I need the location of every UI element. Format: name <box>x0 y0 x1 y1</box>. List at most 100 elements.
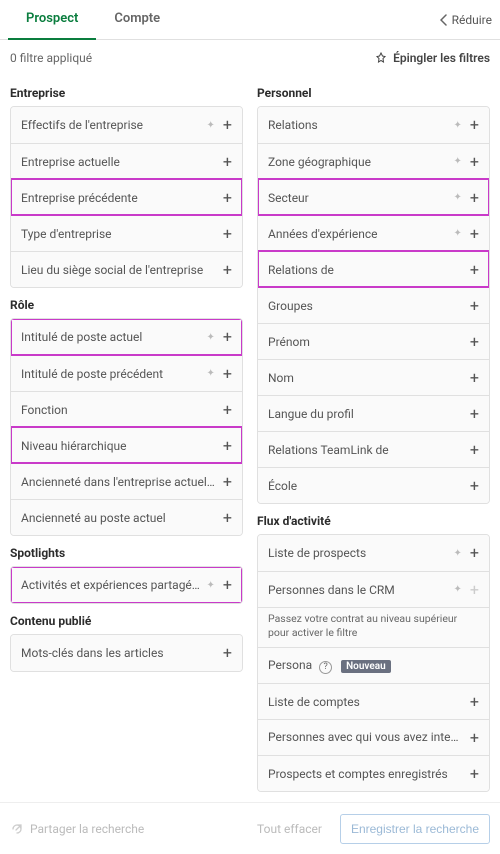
pin-filters-label: Épingler les filtres <box>393 51 490 65</box>
tab-prospect[interactable]: Prospect <box>8 0 96 40</box>
section-flux: Flux d'activité <box>257 514 490 528</box>
filter-company-size[interactable]: Effectifs de l'entreprise ✦ + <box>11 107 242 143</box>
pin-icon: ✦ <box>454 228 462 239</box>
plus-icon: + <box>223 645 232 661</box>
pin-icon: ✦ <box>207 120 215 131</box>
filter-company-current[interactable]: Entreprise actuelle + <box>11 143 242 179</box>
plus-icon: + <box>470 298 479 314</box>
plus-icon: + <box>223 474 232 490</box>
filter-teamlink[interactable]: Relations TeamLink de + <box>258 431 489 467</box>
plus-icon: + <box>223 226 232 242</box>
filter-lead-list[interactable]: Liste de prospects ✦ + <box>258 535 489 571</box>
filter-groups[interactable]: Groupes + <box>258 287 489 323</box>
filter-relations-of[interactable]: Relations de + <box>258 251 489 287</box>
save-search-button[interactable]: Enregistrer la recherche <box>340 814 490 844</box>
filter-industry[interactable]: Secteur ✦ + <box>258 179 489 215</box>
filter-label: Niveau hiérarchique <box>21 439 215 453</box>
filter-company-hq[interactable]: Lieu du siège social de l'entreprise + <box>11 251 242 287</box>
chevron-left-icon <box>440 14 448 26</box>
filter-label: École <box>268 479 462 493</box>
filter-label: Intitulé de poste actuel <box>21 330 203 344</box>
filter-label: Prénom <box>268 335 462 349</box>
filter-years-exp[interactable]: Années d'expérience ✦ + <box>258 215 489 251</box>
filter-current-title[interactable]: Intitulé de poste actuel ✦ + <box>11 319 242 355</box>
plus-icon: + <box>470 334 479 350</box>
pin-icon: ✦ <box>454 156 462 167</box>
filter-shared[interactable]: Activités et expériences partagées ✦ + <box>11 567 242 603</box>
filter-account-list[interactable]: Liste de comptes + <box>258 683 489 719</box>
filter-crm[interactable]: Personnes dans le CRM ✦ + <box>258 571 489 607</box>
plus-icon: + <box>223 366 232 382</box>
filter-label: Effectifs de l'entreprise <box>21 118 203 132</box>
plus-icon: + <box>470 730 479 746</box>
filter-persona[interactable]: Persona ? Nouveau <box>258 647 489 683</box>
filter-saved[interactable]: Prospects et comptes enregistrés + <box>258 755 489 791</box>
share-search-button[interactable]: Partager la recherche <box>10 822 144 836</box>
filter-label: Entreprise précédente <box>21 191 215 205</box>
filter-label: Relations TeamLink de <box>268 443 462 457</box>
pin-icon: ✦ <box>454 584 462 595</box>
plus-icon: + <box>470 694 479 710</box>
crm-locked-note: Passez votre contrat au niveau supérieur… <box>258 607 489 647</box>
filter-columns: Entreprise Effectifs de l'entreprise ✦ +… <box>0 76 500 802</box>
footer-bar: Partager la recherche Tout effacer Enreg… <box>0 802 500 854</box>
filter-keywords[interactable]: Mots-clés dans les articles + <box>11 635 242 671</box>
plus-icon: + <box>223 117 232 133</box>
help-icon: ? <box>319 661 332 674</box>
filter-lang[interactable]: Langue du profil + <box>258 395 489 431</box>
filter-label: Relations de <box>268 263 462 277</box>
tab-compte[interactable]: Compte <box>96 0 178 40</box>
filter-label: Groupes <box>268 299 462 313</box>
filter-tenure-company[interactable]: Ancienneté dans l'entreprise actuelle + <box>11 463 242 499</box>
filter-tenure-role[interactable]: Ancienneté au poste actuel + <box>11 499 242 535</box>
plus-icon: + <box>470 154 479 170</box>
plus-icon: + <box>223 262 232 278</box>
plus-icon: + <box>470 370 479 386</box>
plus-icon: + <box>470 478 479 494</box>
pin-icon: ✦ <box>207 580 215 591</box>
section-spotlights: Spotlights <box>10 546 243 560</box>
filter-interacted[interactable]: Personnes avec qui vous avez interagi ? … <box>258 719 489 755</box>
section-contenu: Contenu publié <box>10 614 243 628</box>
pin-icon <box>375 52 387 64</box>
filter-label: Relations <box>268 118 450 132</box>
filter-label: Zone géographique <box>268 155 450 169</box>
filter-lastname[interactable]: Nom + <box>258 359 489 395</box>
plus-icon: + <box>223 438 232 454</box>
filter-geo[interactable]: Zone géographique ✦ + <box>258 143 489 179</box>
group-flux: Liste de prospects ✦ + Personnes dans le… <box>257 534 490 792</box>
left-column: Entreprise Effectifs de l'entreprise ✦ +… <box>10 76 243 792</box>
filter-label: Activités et expériences partagées <box>21 578 203 592</box>
filter-label: Entreprise actuelle <box>21 155 215 169</box>
filter-seniority[interactable]: Niveau hiérarchique + <box>11 427 242 463</box>
pin-icon: ✦ <box>207 332 215 343</box>
filter-function[interactable]: Fonction + <box>11 391 242 427</box>
clear-all-button[interactable]: Tout effacer <box>247 816 332 842</box>
filter-company-previous[interactable]: Entreprise précédente + <box>11 179 242 215</box>
plus-icon: + <box>470 117 479 133</box>
section-role: Rôle <box>10 298 243 312</box>
filter-company-type[interactable]: Type d'entreprise + <box>11 215 242 251</box>
share-icon <box>10 822 24 836</box>
filter-past-title[interactable]: Intitulé de poste précédent ✦ + <box>11 355 242 391</box>
right-column: Personnel Relations ✦ + Zone géographiqu… <box>257 76 490 792</box>
applied-filters-count: 0 filtre appliqué <box>10 51 92 65</box>
pin-filters-button[interactable]: Épingler les filtres <box>375 51 490 65</box>
group-contenu: Mots-clés dans les articles + <box>10 634 243 672</box>
group-spotlights: Activités et expériences partagées ✦ + <box>10 566 243 604</box>
filter-school[interactable]: École + <box>258 467 489 503</box>
filter-firstname[interactable]: Prénom + <box>258 323 489 359</box>
filter-label: Fonction <box>21 403 215 417</box>
filter-label: Prospects et comptes enregistrés <box>268 767 462 781</box>
plus-icon: + <box>470 442 479 458</box>
plus-icon: + <box>470 582 479 598</box>
filter-relations[interactable]: Relations ✦ + <box>258 107 489 143</box>
pin-icon: ✦ <box>454 192 462 203</box>
plus-icon: + <box>223 154 232 170</box>
group-personnel: Relations ✦ + Zone géographique ✦ + Sect… <box>257 106 490 504</box>
section-entreprise: Entreprise <box>10 86 243 100</box>
group-entreprise: Effectifs de l'entreprise ✦ + Entreprise… <box>10 106 243 288</box>
plus-icon: + <box>223 402 232 418</box>
collapse-button[interactable]: Réduire <box>440 13 492 27</box>
filter-subbar: 0 filtre appliqué Épingler les filtres <box>0 40 500 76</box>
